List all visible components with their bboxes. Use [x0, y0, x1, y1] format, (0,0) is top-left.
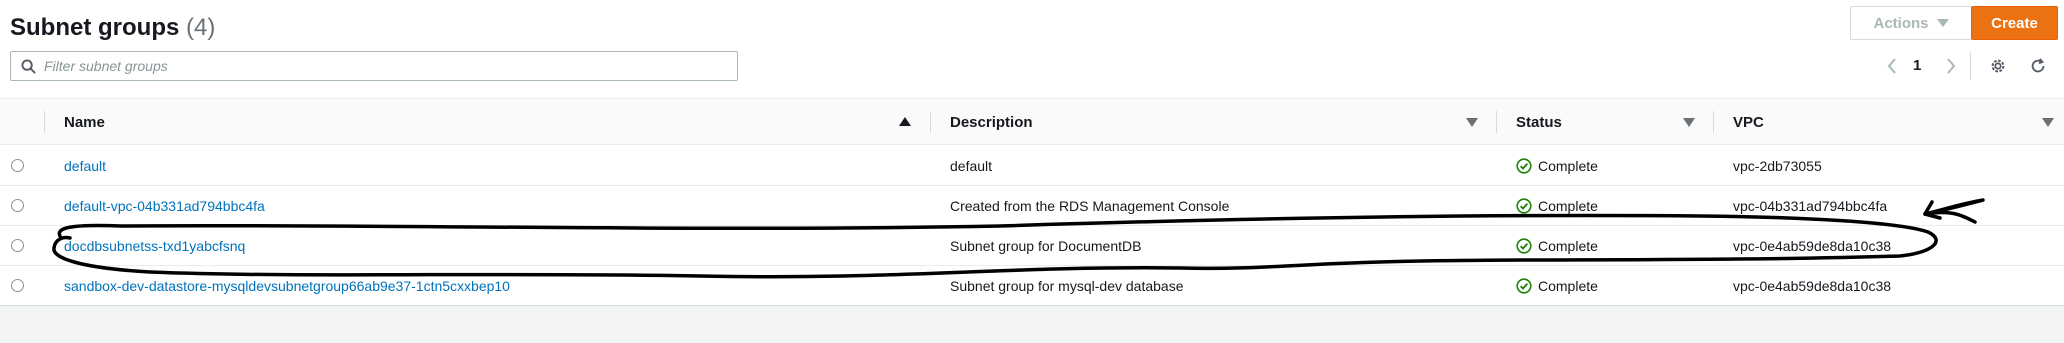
table-row[interactable]: default default Complete vpc-2db73055 [0, 146, 2064, 186]
current-page-number[interactable]: 1 [1913, 57, 1921, 74]
check-circle-icon [1516, 278, 1532, 294]
status-cell: Complete [1516, 186, 1598, 226]
description-cell: Subnet group for mysql-dev database [950, 278, 1184, 294]
filter-box[interactable] [10, 51, 738, 81]
column-header-status-label: Status [1516, 113, 1562, 131]
status-text: Complete [1538, 198, 1598, 214]
column-header-vpc-label: VPC [1733, 113, 1764, 131]
status-text: Complete [1538, 238, 1598, 254]
vpc-cell: vpc-2db73055 [1733, 158, 1822, 174]
subnet-group-name-link[interactable]: sandbox-dev-datastore-mysqldevsubnetgrou… [64, 266, 510, 306]
column-divider [1713, 111, 1714, 133]
row-select-radio[interactable] [11, 279, 24, 292]
chevron-right-icon[interactable] [1941, 54, 1961, 78]
create-button[interactable]: Create [1971, 6, 2058, 40]
search-icon [21, 58, 36, 74]
chevron-left-icon[interactable] [1882, 54, 1902, 78]
row-select-radio[interactable] [11, 159, 24, 172]
page-title-text: Subnet groups [10, 14, 180, 41]
filter-input[interactable] [44, 58, 724, 74]
check-circle-icon [1516, 238, 1532, 254]
caret-down-icon [1936, 19, 1949, 27]
status-text: Complete [1538, 278, 1598, 294]
create-button-label: Create [1991, 14, 2038, 32]
vpc-cell: vpc-04b331ad794bbc4fa [1733, 198, 1888, 214]
vpc-cell: vpc-0e4ab59de8da10c38 [1733, 238, 1892, 254]
toolbar-divider [1970, 52, 1971, 80]
check-circle-icon [1516, 158, 1532, 174]
sort-caret-down-icon[interactable] [1683, 118, 1695, 127]
column-header-description[interactable]: Description [950, 99, 1033, 145]
gear-icon[interactable] [1985, 53, 2011, 79]
column-header-name-label: Name [64, 113, 105, 131]
page-title: Subnet groups (4) [10, 14, 215, 42]
table-row[interactable]: docdbsubnetss-txd1yabcfsnq Subnet group … [0, 226, 2064, 266]
column-header-description-label: Description [950, 113, 1033, 131]
status-cell: Complete [1516, 146, 1598, 186]
sort-caret-down-icon[interactable] [2042, 118, 2054, 127]
table-row[interactable]: sandbox-dev-datastore-mysqldevsubnetgrou… [0, 266, 2064, 306]
status-cell: Complete [1516, 266, 1598, 306]
subnet-group-name-link[interactable]: default [64, 146, 106, 186]
subnet-group-name-link[interactable]: default-vpc-04b331ad794bbc4fa [64, 186, 265, 226]
subnet-group-name-link[interactable]: docdbsubnetss-txd1yabcfsnq [64, 226, 245, 266]
row-select-radio[interactable] [11, 199, 24, 212]
description-cell: Subnet group for DocumentDB [950, 238, 1142, 254]
column-header-status[interactable]: Status [1516, 99, 1562, 145]
column-header-vpc[interactable]: VPC [1733, 99, 1764, 145]
sort-ascending-icon[interactable] [899, 117, 911, 126]
table-row[interactable]: default-vpc-04b331ad794bbc4fa Created fr… [0, 186, 2064, 226]
description-cell: default [950, 158, 993, 174]
subnet-groups-panel: Subnet groups (4) Actions Create 1 [0, 0, 2064, 306]
table-header: Name Description Status VPC [0, 98, 2064, 145]
status-cell: Complete [1516, 226, 1598, 266]
refresh-icon[interactable] [2025, 53, 2051, 79]
sort-caret-down-icon[interactable] [1466, 118, 1478, 127]
column-divider [930, 111, 931, 133]
row-select-radio[interactable] [11, 239, 24, 252]
status-text: Complete [1538, 158, 1598, 174]
column-divider [1496, 111, 1497, 133]
column-header-name[interactable]: Name [64, 99, 105, 145]
description-cell: Created from the RDS Management Console [950, 198, 1230, 214]
actions-button[interactable]: Actions [1850, 6, 1972, 40]
column-divider [44, 111, 45, 133]
vpc-cell: vpc-0e4ab59de8da10c38 [1733, 278, 1892, 294]
actions-button-label: Actions [1873, 14, 1929, 32]
check-circle-icon [1516, 198, 1532, 214]
subnet-group-count: (4) [186, 14, 216, 41]
